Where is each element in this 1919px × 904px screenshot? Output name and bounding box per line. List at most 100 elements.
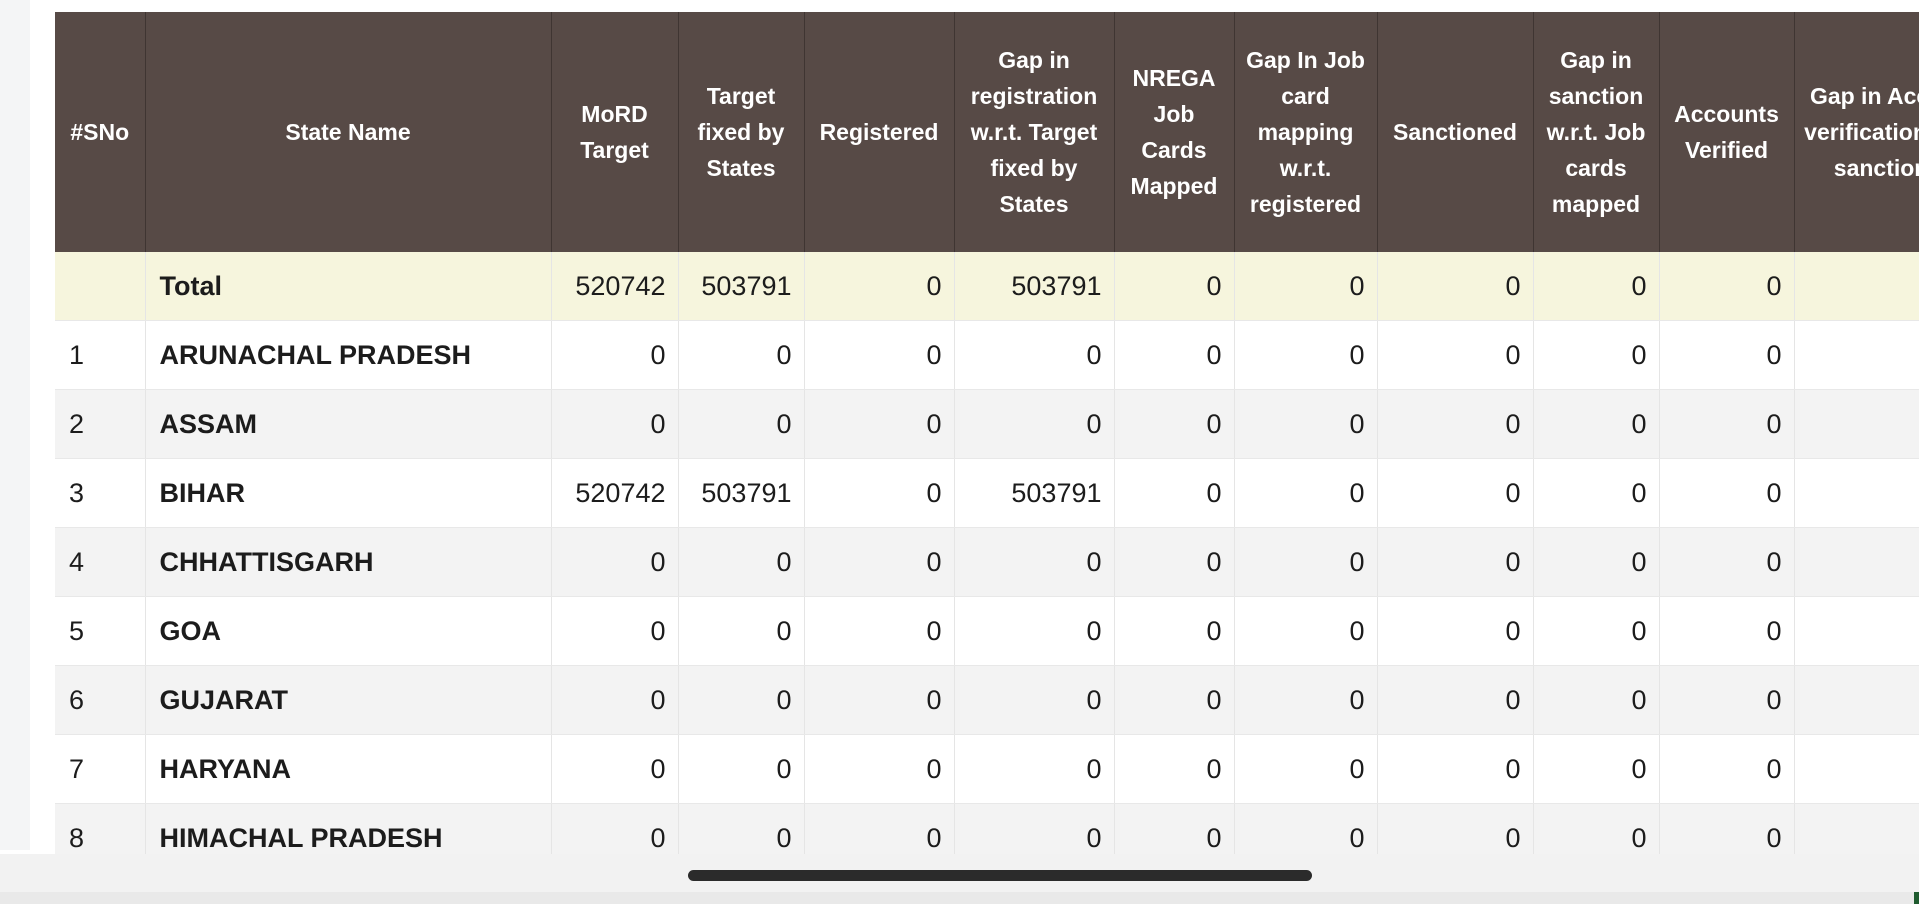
table-scroll-container[interactable]: #SNo State Name MoRD Target Target fixed… [55, 12, 1919, 854]
table-cell: 0 [1114, 803, 1235, 854]
table-cell: 0 [1377, 320, 1534, 390]
table-cell: 0 [1234, 527, 1378, 597]
table-cell: 0 [551, 596, 679, 666]
table-cell: 0 [1659, 734, 1795, 804]
table-row: 5GOA0000000000 [55, 596, 1919, 666]
table-cell: 0 [1114, 734, 1235, 804]
table-cell: 0 [954, 389, 1115, 459]
horizontal-scrollbar-thumb[interactable] [688, 870, 1312, 881]
table-cell: 0 [1114, 320, 1235, 390]
table-cell: 0 [954, 734, 1115, 804]
table-cell: 0 [1377, 252, 1534, 321]
table-cell: 0 [1533, 252, 1660, 321]
table-row: 7HARYANA0000000000 [55, 734, 1919, 804]
table-row: 8HIMACHAL PRADESH0000000000 [55, 803, 1919, 854]
row-state-name: GOA [145, 596, 552, 666]
row-state-name: GUJARAT [145, 665, 552, 735]
row-state-name: HARYANA [145, 734, 552, 804]
row-sno: 4 [55, 527, 146, 597]
table-cell: 0 [1234, 803, 1378, 854]
table-row: 4CHHATTISGARH0000000000 [55, 527, 1919, 597]
table-cell: 0 [1377, 596, 1534, 666]
table-cell: 0 [1533, 596, 1660, 666]
header-sno: #SNo [55, 12, 146, 252]
table-cell: 0 [1234, 320, 1378, 390]
table-cell: 0 [1794, 389, 1919, 459]
header-gap-in-job-card-mapping: Gap In Job card mapping w.r.t. registere… [1234, 12, 1378, 252]
table-cell: 0 [954, 596, 1115, 666]
table-cell: 0 [551, 803, 679, 854]
table-cell: 0 [1234, 596, 1378, 666]
table-cell: 0 [1659, 389, 1795, 459]
table-cell: Total [145, 252, 552, 321]
table-cell: 0 [1234, 458, 1378, 528]
row-sno: 8 [55, 803, 146, 854]
table-cell: 0 [1377, 527, 1534, 597]
table-cell: 503791 [678, 252, 805, 321]
table-cell: 0 [1234, 252, 1378, 321]
row-state-name: CHHATTISGARH [145, 527, 552, 597]
table-cell: 0 [954, 803, 1115, 854]
table-row: 1ARUNACHAL PRADESH0000000000 [55, 320, 1919, 390]
table-cell: 0 [804, 596, 955, 666]
table-cell: 0 [1533, 320, 1660, 390]
table-cell: 0 [1659, 596, 1795, 666]
table-cell: 0 [1377, 389, 1534, 459]
header-accounts-verified: Accounts Verified [1659, 12, 1795, 252]
header-gap-in-registration: Gap in registration w.r.t. Target fixed … [954, 12, 1115, 252]
table-row: 3BIHAR5207425037910503791000000 [55, 458, 1919, 528]
table-cell: 0 [678, 389, 805, 459]
table-cell: 0 [1114, 665, 1235, 735]
table-cell: 0 [1377, 803, 1534, 854]
table-row: 6GUJARAT0000000000 [55, 665, 1919, 735]
row-sno: 3 [55, 458, 146, 528]
table-cell: 0 [954, 527, 1115, 597]
table-cell: 0 [804, 252, 955, 321]
table-cell: 0 [678, 320, 805, 390]
table-cell: 0 [1533, 458, 1660, 528]
row-state-name: BIHAR [145, 458, 552, 528]
bottom-edge [0, 892, 1919, 904]
table-cell: 0 [954, 320, 1115, 390]
table-cell: 0 [1114, 252, 1235, 321]
table-cell: 0 [1794, 458, 1919, 528]
table-cell: 0 [1533, 803, 1660, 854]
table-cell: 0 [678, 596, 805, 666]
table-cell: 0 [1114, 527, 1235, 597]
table-cell: 0 [1377, 665, 1534, 735]
table-cell: 0 [954, 665, 1115, 735]
state-report-table: #SNo State Name MoRD Target Target fixed… [55, 12, 1919, 854]
left-margin [0, 0, 30, 850]
table-cell: 0 [551, 320, 679, 390]
table-cell: 0 [1533, 734, 1660, 804]
table-cell: 0 [1794, 665, 1919, 735]
row-sno: 1 [55, 320, 146, 390]
table-cell: 520742 [551, 458, 679, 528]
header-state-name: State Name [145, 12, 552, 252]
table-cell: 0 [1533, 665, 1660, 735]
table-cell: 0 [1234, 665, 1378, 735]
table-cell: 0 [1234, 389, 1378, 459]
table-cell: 0 [804, 734, 955, 804]
table-cell: 0 [678, 665, 805, 735]
table-cell [55, 252, 146, 321]
table-cell: 0 [551, 389, 679, 459]
table-cell: 0 [1794, 803, 1919, 854]
table-cell: 503791 [954, 458, 1115, 528]
row-state-name: ASSAM [145, 389, 552, 459]
table-cell: 0 [804, 320, 955, 390]
table-cell: 0 [1659, 527, 1795, 597]
table-header-row: #SNo State Name MoRD Target Target fixed… [55, 12, 1919, 252]
corner-indicator [1914, 892, 1919, 904]
table-cell: 0 [1533, 389, 1660, 459]
table-cell: 0 [804, 665, 955, 735]
table-cell: 0 [1794, 596, 1919, 666]
table-cell: 503791 [678, 458, 805, 528]
table-cell: 0 [551, 734, 679, 804]
table-cell: 0 [1377, 458, 1534, 528]
table-cell: 0 [1794, 734, 1919, 804]
table-cell: 0 [678, 734, 805, 804]
table-cell: 0 [1659, 458, 1795, 528]
table-cell: 0 [1659, 665, 1795, 735]
table-cell: 503791 [954, 252, 1115, 321]
